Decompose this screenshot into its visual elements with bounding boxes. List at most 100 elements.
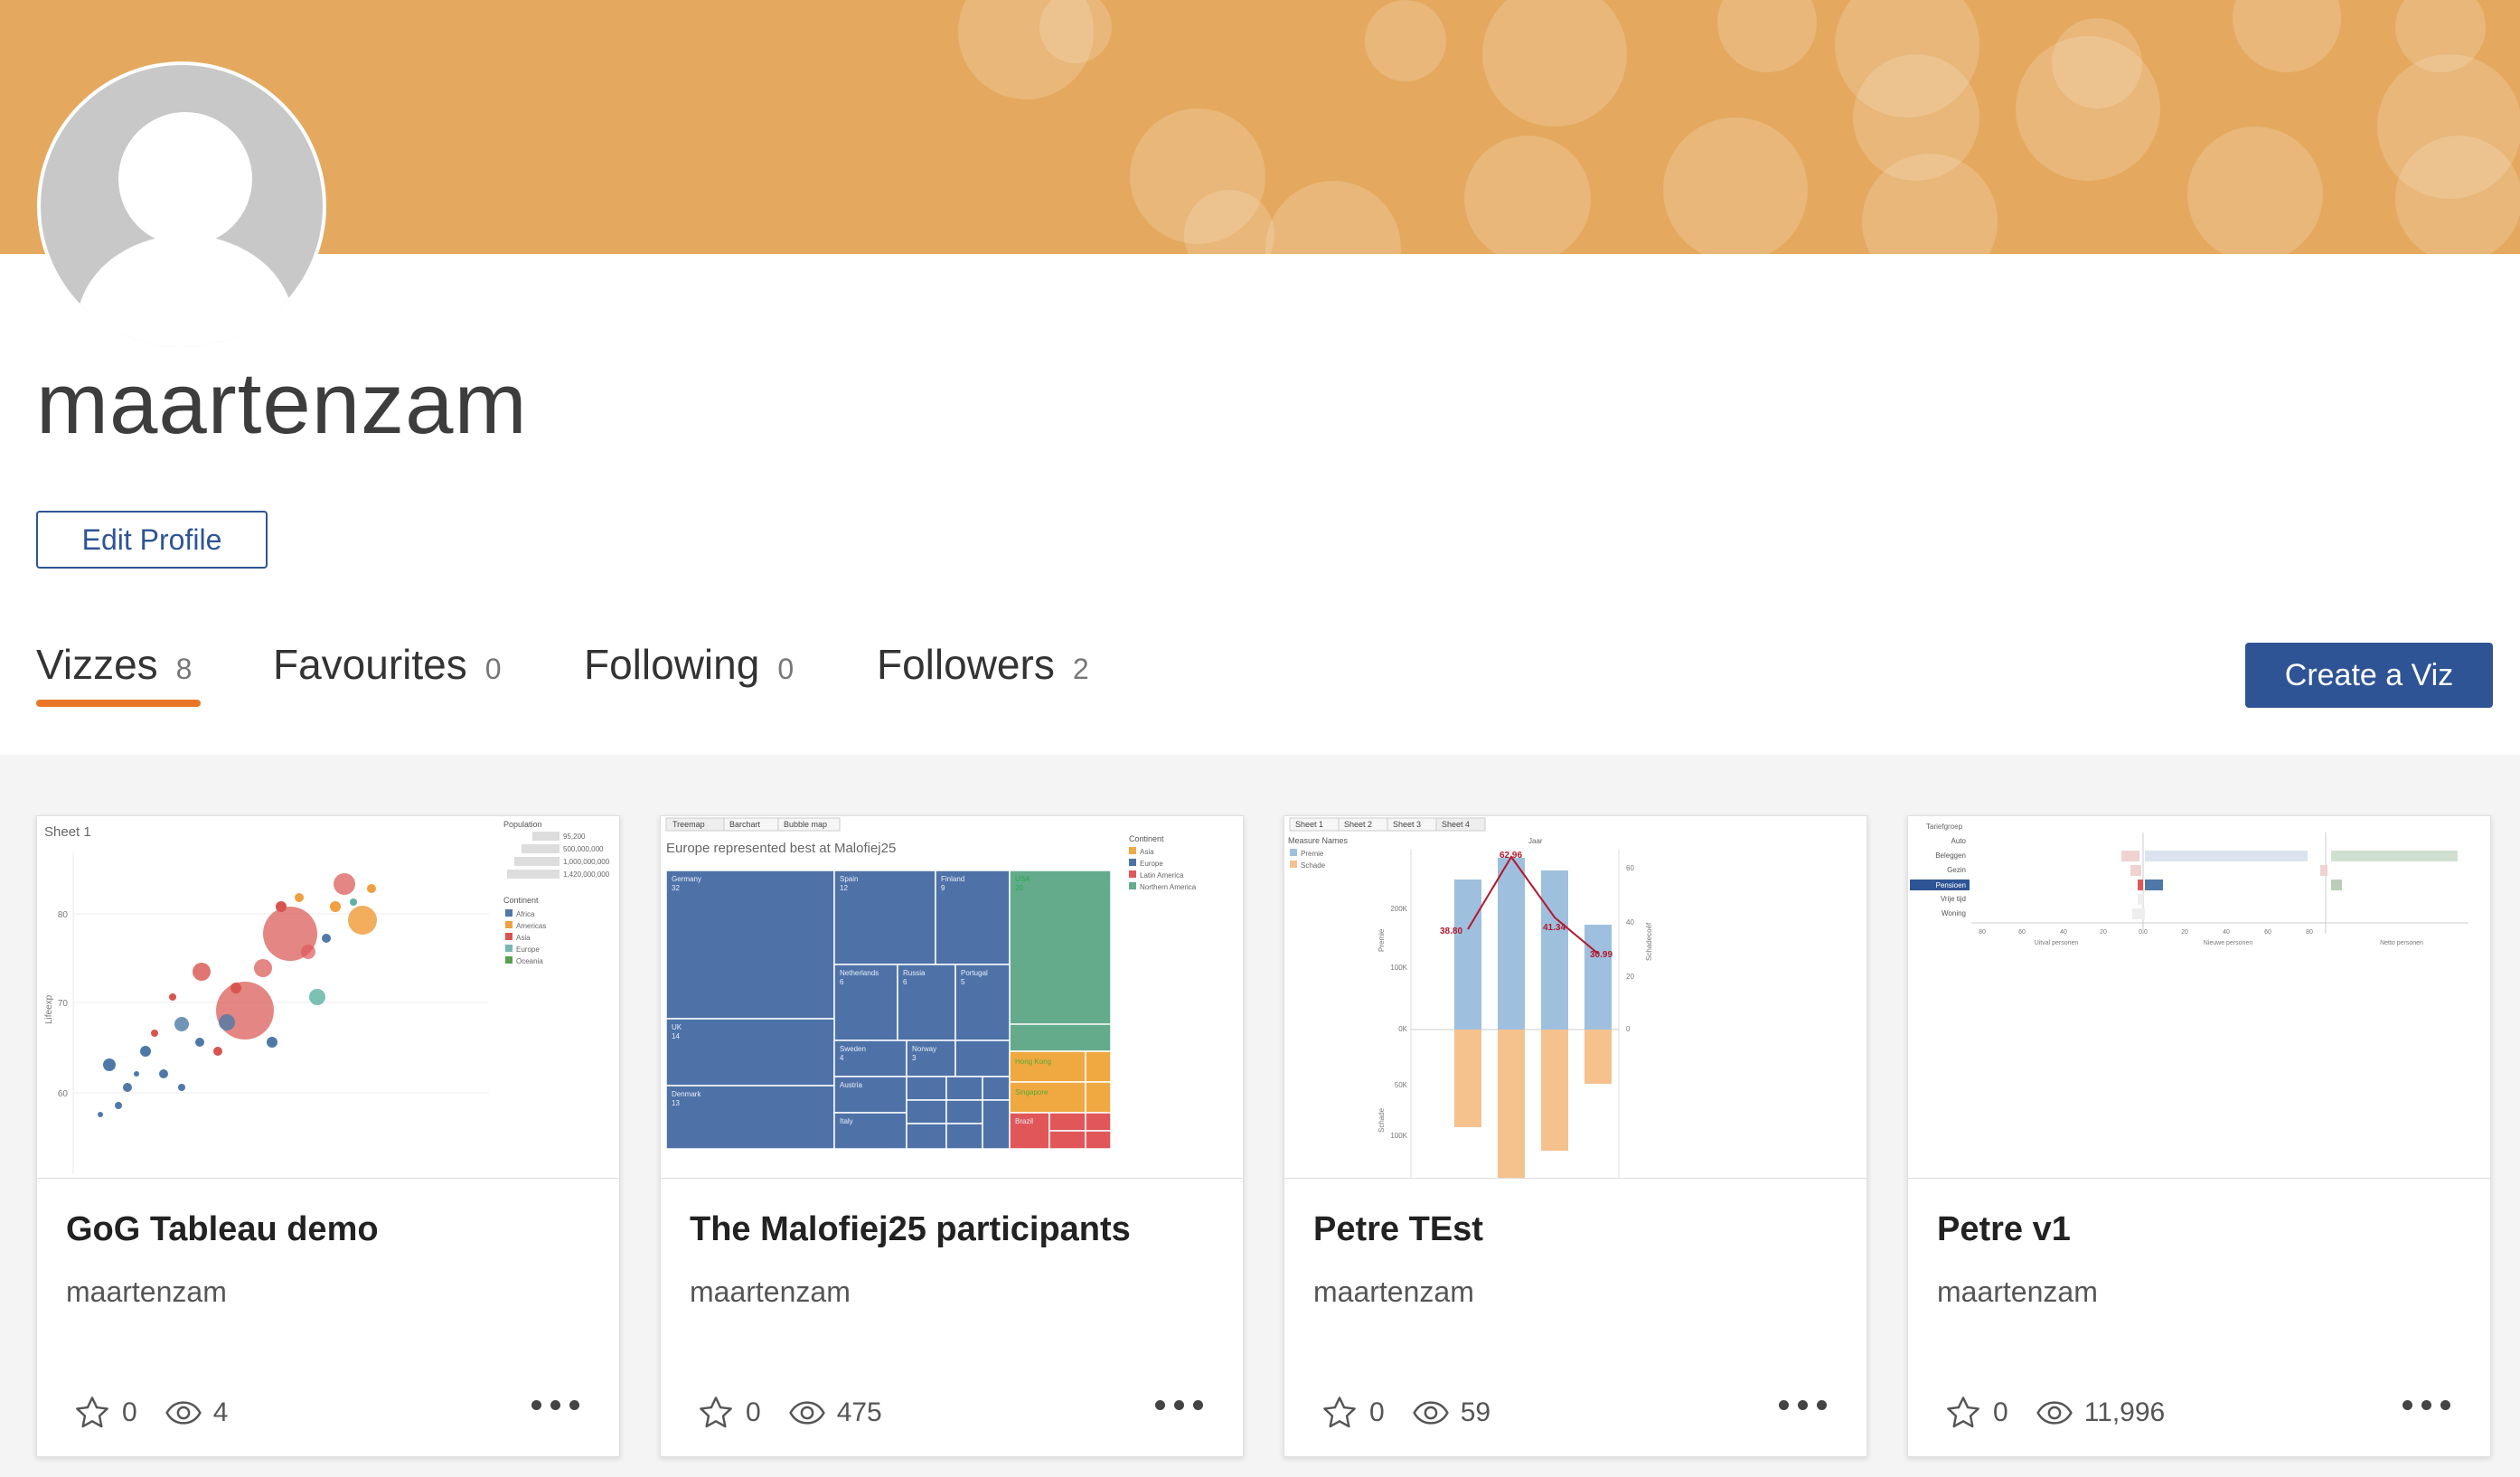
legend-item: Asia <box>1140 848 1154 856</box>
viz-author[interactable]: maartenzam <box>66 1275 227 1309</box>
cell-value: 5 <box>961 978 965 986</box>
tab-count: 2 <box>1072 653 1089 685</box>
cell-value: 14 <box>672 1032 680 1040</box>
more-options-icon[interactable] <box>1150 1395 1208 1416</box>
cell-label: Sweden <box>840 1045 866 1053</box>
eye-icon <box>788 1401 825 1425</box>
sheet-tab: Sheet 2 <box>1344 820 1372 829</box>
right-tick: 20 <box>1626 973 1634 981</box>
view-count: 11,996 <box>2083 1397 2166 1427</box>
x-tick: 20 <box>2181 929 2188 936</box>
star-icon[interactable] <box>697 1394 735 1432</box>
row-label: Gezin <box>1947 866 1966 874</box>
x-tick: 20 <box>2100 929 2107 936</box>
tab-favourites[interactable]: Favourites 0 <box>273 640 502 689</box>
x-tick: 40 <box>2223 929 2230 936</box>
cell-value: 32 <box>672 884 680 892</box>
tab-label: Vizzes <box>36 641 158 688</box>
legend-title: Continent <box>1129 834 1164 843</box>
star-icon[interactable] <box>73 1394 111 1432</box>
tab-label: Followers <box>877 641 1055 688</box>
viz-card[interactable]: Sheet 1 Sheet 2 Sheet 3 Sheet 4 Measure … <box>1284 815 1867 1457</box>
viz-thumbnail[interactable]: Tariefgroep Auto Beleggen Gezin Pensioen… <box>1908 816 2490 1179</box>
row-label: Pensioen <box>1936 881 1966 889</box>
line-label: 38.80 <box>1440 927 1462 936</box>
row-label: Woning <box>1942 909 1966 917</box>
cell-label: USA <box>1015 875 1030 883</box>
avatar-head <box>118 112 252 246</box>
cell-value: 20 <box>1015 884 1023 892</box>
viz-stats: 0 11,996 <box>1944 1393 2192 1433</box>
profile-banner <box>0 0 2520 254</box>
viz-card[interactable]: Treemap Barchart Bubble map Europe repre… <box>660 815 1244 1457</box>
viz-thumbnail[interactable]: Treemap Barchart Bubble map Europe repre… <box>661 816 1243 1179</box>
x-tick: 80 <box>1979 929 1986 936</box>
tab-following[interactable]: Following 0 <box>584 640 794 689</box>
more-options-icon[interactable] <box>1773 1395 1832 1416</box>
sheet-tab: Bubble map <box>784 820 827 829</box>
legend-item: Europe <box>516 945 540 954</box>
x-tick: 0.0 <box>2139 929 2148 936</box>
cell-label: Hong Kong <box>1015 1058 1051 1066</box>
more-options-icon[interactable] <box>2397 1395 2456 1416</box>
cell-label: Brazil <box>1015 1117 1033 1125</box>
tab-count: 0 <box>777 653 795 685</box>
y-tick: 50K <box>1395 1081 1408 1089</box>
scatter-points <box>98 873 377 1117</box>
right-tick: 0 <box>1626 1025 1631 1033</box>
x-tick: 80 <box>2306 929 2313 936</box>
row-label: Auto <box>1951 837 1967 845</box>
tab-count: 0 <box>484 653 502 685</box>
viz-author[interactable]: maartenzam <box>690 1275 851 1309</box>
active-tab-indicator <box>36 700 201 707</box>
edit-profile-button[interactable]: Edit Profile <box>36 511 268 569</box>
right-tick: 40 <box>1626 918 1634 927</box>
avatar <box>37 61 326 351</box>
treemap-thumbnail: Treemap Barchart Bubble map Europe repre… <box>665 817 1197 1150</box>
scatter-thumbnail: Sheet 1 80 70 60 Lifeexp Population 95,2… <box>44 820 610 1173</box>
create-viz-button[interactable]: Create a Viz <box>2245 643 2493 708</box>
viz-thumbnail[interactable]: Sheet 1 80 70 60 Lifeexp Population 95,2… <box>37 816 619 1179</box>
cell-label: Denmark <box>672 1090 701 1098</box>
cell-label: Italy <box>840 1117 853 1125</box>
view-count: 4 <box>212 1397 229 1427</box>
viz-thumbnail[interactable]: Sheet 1 Sheet 2 Sheet 3 Sheet 4 Measure … <box>1284 816 1866 1179</box>
legend-item: Schade <box>1301 861 1326 870</box>
right-tick: 60 <box>1626 864 1634 872</box>
viz-card[interactable]: Tariefgroep Auto Beleggen Gezin Pensioen… <box>1907 815 2491 1457</box>
tab-vizzes[interactable]: Vizzes 8 <box>36 640 192 689</box>
sheet-label: Sheet 1 <box>44 824 91 840</box>
legend-item: 95,200 <box>563 833 586 841</box>
eye-icon <box>1412 1401 1449 1425</box>
legend-item: Premie <box>1301 850 1324 858</box>
axis-title: Nieuwe personen <box>2204 940 2253 946</box>
viz-author[interactable]: maartenzam <box>1937 1275 2098 1309</box>
tab-followers[interactable]: Followers 2 <box>877 640 1089 689</box>
cell-label: Netherlands <box>840 969 879 977</box>
tab-count: 8 <box>175 653 193 685</box>
favourite-count: 0 <box>1369 1397 1385 1427</box>
cell-label: Norway <box>912 1045 936 1053</box>
axis-title: Uitval personen <box>2035 940 2079 946</box>
sheet-tab: Treemap <box>672 820 705 829</box>
viz-author[interactable]: maartenzam <box>1313 1275 1474 1309</box>
x-tick: 40 <box>2060 929 2067 936</box>
axis-title: Netto personen <box>2380 940 2423 946</box>
viz-title[interactable]: Petre TEst <box>1313 1210 1483 1249</box>
line-label: 62.96 <box>1500 851 1522 861</box>
diverging-bar-thumbnail: Tariefgroep Auto Beleggen Gezin Pensioen… <box>1910 823 2468 946</box>
y-tick: 100K <box>1390 964 1407 972</box>
legend-item: Africa <box>516 910 535 918</box>
viz-heading: Europe represented best at Malofiej25 <box>666 841 896 856</box>
viz-title[interactable]: The Malofiej25 participants <box>690 1210 1131 1249</box>
viz-title[interactable]: Petre v1 <box>1937 1210 2071 1249</box>
cell-value: 13 <box>672 1099 680 1107</box>
star-icon[interactable] <box>1321 1394 1359 1432</box>
legend-item: Oceania <box>516 957 543 965</box>
sheet-tab: Sheet 4 <box>1442 820 1470 829</box>
viz-title[interactable]: GoG Tableau demo <box>66 1210 379 1249</box>
star-icon[interactable] <box>1944 1394 1982 1432</box>
axis-title: Premie <box>1378 928 1386 952</box>
more-options-icon[interactable] <box>526 1395 585 1416</box>
viz-card[interactable]: Sheet 1 80 70 60 Lifeexp Population 95,2… <box>36 815 620 1457</box>
